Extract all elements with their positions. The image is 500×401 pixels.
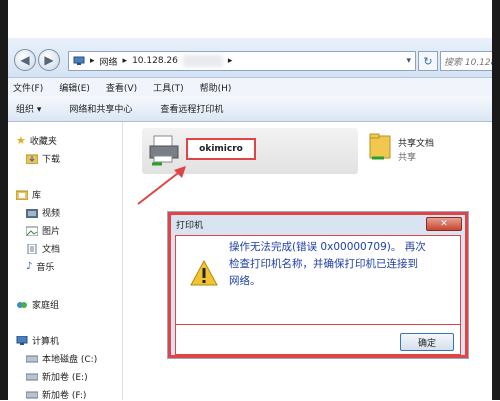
network-center-button[interactable]: 网络和共享中心 (69, 102, 132, 115)
sidebar-label: 计算机 (32, 337, 60, 347)
sidebar-label: 新加卷 (E:) (42, 373, 88, 383)
picture-icon (26, 226, 38, 236)
shared-docs-sub: 共享 (398, 153, 417, 163)
sidebar-label: 图片 (42, 227, 61, 237)
sidebar-item-homegroup[interactable]: 家庭组 (16, 298, 59, 311)
warning-icon (190, 260, 218, 286)
sidebar-label: 视频 (42, 209, 61, 219)
library-icon (16, 190, 28, 200)
address-input[interactable]: ▸ 网络 ▸ 10.128.26 ▸ ▾ (68, 51, 416, 71)
sidebar-label: 收藏夹 (29, 137, 57, 147)
menu-bar: 文件(F) 编辑(E) 查看(V) 工具(T) 帮助(H) (8, 78, 492, 96)
sidebar-item-drive-f[interactable]: 新加卷 (F:) (26, 388, 86, 401)
printer-name: okimicro (199, 144, 243, 154)
sidebar-item-videos[interactable]: 视频 (26, 206, 60, 219)
sidebar-label: 下载 (42, 155, 61, 165)
dialog-footer: 确定 (175, 325, 461, 355)
drive-icon (26, 355, 38, 362)
sidebar-item-pictures[interactable]: 图片 (26, 224, 60, 237)
forward-button[interactable]: ▶ (38, 49, 60, 71)
dialog-message-line: 检查打印机名称，并确保打印机已连接到 (229, 258, 418, 270)
document-icon (27, 243, 37, 254)
sidebar-item-library[interactable]: 库 (16, 188, 41, 201)
sidebar-label: 本地磁盘 (C:) (42, 355, 98, 365)
sidebar-item-documents[interactable]: 文档 (26, 242, 60, 255)
dialog-message-line: 操作无法完成(错误 0x00000709)。 再次 (229, 241, 426, 253)
menu-help[interactable]: 帮助(H) (200, 81, 232, 94)
breadcrumb-separator: ▸ (227, 56, 233, 66)
sidebar-label: 库 (32, 191, 42, 201)
drive-icon (26, 373, 38, 380)
printer-name-highlight: okimicro (186, 138, 256, 160)
search-input[interactable]: 搜索 10.128.26 (440, 51, 500, 71)
breadcrumb-separator: ▸ (122, 56, 128, 66)
dialog-title-bar: 打印机 (171, 215, 465, 233)
dialog-title: 打印机 (176, 220, 204, 231)
command-bar: 组织 ▾ 网络和共享中心 查看远程打印机 (8, 96, 492, 122)
menu-view[interactable]: 查看(V) (106, 81, 137, 94)
menu-edit[interactable]: 编辑(E) (59, 81, 90, 94)
refresh-button[interactable]: ↻ (418, 51, 438, 71)
homegroup-icon (17, 301, 27, 308)
error-dialog: 打印机 ✕ 操作无法完成(错误 0x00000709)。 再次 检查打印机名称，… (168, 212, 468, 358)
refresh-icon: ↻ (423, 54, 433, 68)
forward-arrow-icon: ▶ (44, 53, 54, 67)
sidebar-label: 音乐 (36, 263, 55, 273)
music-icon: ♪ (26, 261, 33, 272)
download-folder-icon (26, 154, 38, 164)
back-button[interactable]: ◀ (14, 49, 36, 71)
blurred-region (182, 55, 223, 67)
navigation-pane: ★ 收藏夹 下载 库 视频 图片 文档 ♪ 音乐 家庭组 计算机 本地磁盘 (C… (8, 122, 123, 401)
shared-folder-icon (369, 133, 391, 160)
video-icon (26, 208, 38, 218)
star-icon: ★ (16, 134, 26, 147)
sidebar-item-computer[interactable]: 计算机 (16, 334, 59, 347)
dialog-message: 操作无法完成(错误 0x00000709)。 再次 检查打印机名称，并确保打印机… (229, 239, 449, 290)
close-icon: ✕ (440, 219, 448, 229)
sidebar-label: 文档 (42, 245, 61, 255)
shared-docs-name: 共享文档 (398, 139, 435, 149)
dialog-message-line: 网络。 (229, 275, 261, 287)
sidebar-item-drive-c[interactable]: 本地磁盘 (C:) (26, 352, 97, 365)
address-bar-area: ◀ ▶ ▸ 网络 ▸ 10.128.26 ▸ ▾ ↻ 搜索 10.128.26 (8, 38, 500, 78)
ok-button[interactable]: 确定 (400, 333, 454, 351)
menu-file[interactable]: 文件(F) (13, 81, 43, 94)
breadcrumb-separator: ▸ (90, 56, 95, 66)
sidebar-item-drive-e[interactable]: 新加卷 (E:) (26, 370, 88, 383)
history-dropdown-icon[interactable]: ▾ (406, 56, 411, 66)
sidebar-item-favorites[interactable]: ★ 收藏夹 (16, 134, 57, 147)
sidebar-label: 家庭组 (32, 301, 60, 311)
drive-icon (26, 391, 38, 398)
breadcrumb-network[interactable]: 网络 (100, 55, 118, 68)
view-printers-button[interactable]: 查看远程打印机 (160, 102, 223, 115)
shared-docs-item[interactable]: 共享文档 共享 (364, 128, 464, 174)
sidebar-item-downloads[interactable]: 下载 (26, 152, 60, 165)
dialog-close-button[interactable]: ✕ (426, 217, 462, 231)
sidebar-item-music[interactable]: ♪ 音乐 (26, 260, 54, 273)
menu-tools[interactable]: 工具(T) (153, 81, 184, 94)
back-arrow-icon: ◀ (20, 53, 30, 67)
computer-icon (16, 335, 28, 345)
network-icon (73, 56, 85, 65)
organize-button[interactable]: 组织 ▾ (16, 102, 41, 115)
sidebar-label: 新加卷 (F:) (42, 391, 87, 401)
window-top-area (8, 0, 492, 38)
red-arrow-annotation (137, 166, 186, 205)
breadcrumb-host[interactable]: 10.128.26 (132, 56, 178, 66)
